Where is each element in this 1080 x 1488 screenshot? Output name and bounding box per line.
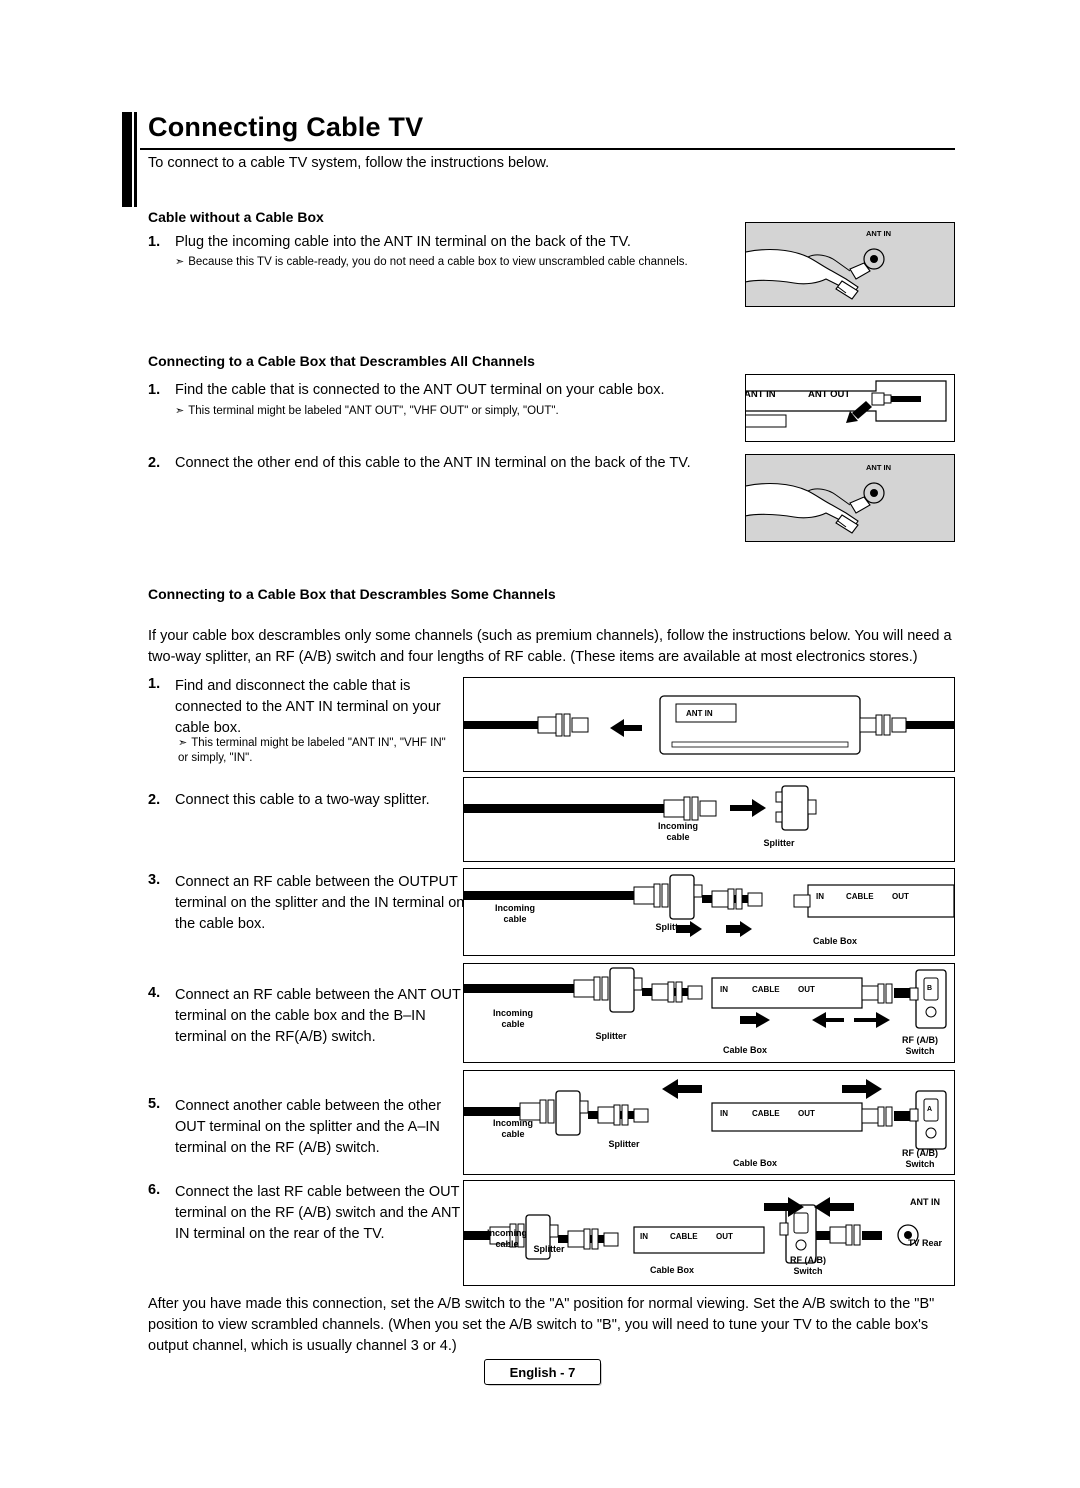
figure-label-incoming-cable: Incoming cable (493, 1118, 533, 1139)
svg-text:IN: IN (720, 985, 728, 994)
svg-text:ANT IN: ANT IN (746, 389, 776, 400)
step-number: 1. (148, 676, 161, 692)
figure-label-incoming-cable: Incoming cable (658, 821, 698, 842)
svg-text:OUT: OUT (716, 1232, 733, 1241)
section-heading-2: Connecting to a Cable Box that Descrambl… (148, 353, 535, 369)
page-accent-bar-thin (134, 112, 137, 207)
step-number: 2. (148, 792, 161, 808)
svg-text:CABLE: CABLE (670, 1232, 698, 1241)
step-text: Find and disconnect the cable that is co… (175, 678, 441, 736)
figure-label-cable-box: Cable Box (732, 1158, 777, 1168)
svg-text:ANT OUT: ANT OUT (808, 389, 850, 400)
step-number: 3. (148, 872, 161, 888)
svg-text:ANT IN: ANT IN (686, 709, 713, 718)
figure-label-splitter: Splitter (763, 838, 795, 848)
step-text: Connect the last RF cable between the OU… (175, 1184, 461, 1242)
figure-label-splitter: Splitter (655, 922, 687, 932)
figure-label-incoming-cable: Incoming cable (495, 903, 535, 924)
figure-label-cable-box: Cable Box (812, 936, 857, 946)
svg-text:IN: IN (720, 1109, 728, 1118)
step-number: 1. (148, 382, 161, 398)
svg-text:IN: IN (640, 1232, 648, 1241)
figure-cable-box-rear: ANT IN ANT OUT (745, 374, 955, 442)
step-number: 2. (148, 455, 161, 471)
figure-label-splitter: Splitter (533, 1244, 565, 1254)
figure-label-ant-in: ANT IN (910, 1197, 940, 1207)
svg-text:IN: IN (816, 892, 824, 901)
step-text: Plug the incoming cable into the ANT IN … (175, 234, 631, 250)
step-text: Find the cable that is connected to the … (175, 382, 665, 398)
step-text: Connect an RF cable between the OUTPUT t… (175, 874, 465, 932)
section-heading-1: Cable without a Cable Box (148, 209, 324, 225)
step-text: Connect this cable to a two-way splitter… (175, 792, 430, 808)
page-title: Connecting Cable TV (148, 112, 424, 142)
figure-label-incoming-cable: Incoming cable (493, 1008, 533, 1029)
svg-text:CABLE: CABLE (752, 985, 780, 994)
title-divider (140, 148, 955, 150)
figure-ant-in-plug-2: ANT IN (745, 454, 955, 542)
svg-text:OUT: OUT (798, 985, 815, 994)
step-number: 5. (148, 1096, 161, 1112)
step-text: Connect the other end of this cable to t… (175, 455, 691, 471)
svg-text:CABLE: CABLE (752, 1109, 780, 1118)
svg-text:A: A (927, 1106, 932, 1113)
step-note: ➣ Because this TV is cable-ready, you do … (175, 256, 688, 268)
svg-text:CABLE: CABLE (846, 892, 874, 901)
figure-disconnect-cable: ANT IN (463, 677, 955, 772)
step-text: Connect another cable between the other … (175, 1098, 442, 1156)
step-note: ➣ This terminal might be labeled "ANT IN"… (178, 737, 446, 764)
figure-label-rf-switch: RF (A/B) Switch (902, 1148, 938, 1169)
figure-label-cable-box: Cable Box (649, 1265, 694, 1275)
svg-text:ANT IN: ANT IN (866, 463, 891, 472)
figure-label-splitter: Splitter (595, 1031, 627, 1041)
section-heading-3: Connecting to a Cable Box that Descrambl… (148, 586, 556, 602)
figure-label-rf-switch: RF (A/B) Switch (790, 1255, 826, 1276)
note-arrow-icon: ➣ (178, 737, 188, 749)
figure-label-tv-rear: TV Rear (907, 1238, 942, 1248)
note-arrow-icon: ➣ (175, 256, 185, 268)
page-accent-bar (122, 112, 132, 207)
manual-page: Connecting Cable TV To connect to a cabl… (0, 0, 1080, 1488)
note-arrow-icon: ➣ (175, 405, 185, 417)
svg-text:OUT: OUT (892, 892, 909, 901)
section-paragraph: If your cable box descrambles only some … (148, 628, 952, 665)
page-footer: English - 7 (484, 1359, 601, 1385)
intro-text: To connect to a cable TV system, follow … (148, 155, 550, 171)
step-number: 1. (148, 234, 161, 250)
step-text: Connect an RF cable between the ANT OUT … (175, 987, 461, 1045)
figure-ant-in-plug-1: ANT IN (745, 222, 955, 307)
figure-label-splitter: Splitter (608, 1139, 640, 1149)
step-number: 6. (148, 1182, 161, 1198)
closing-paragraph: After you have made this connection, set… (148, 1296, 935, 1354)
step-number: 4. (148, 985, 161, 1001)
svg-text:ANT IN: ANT IN (866, 229, 891, 238)
figure-two-way-splitter (463, 777, 955, 862)
figure-label-cable-box: Cable Box (722, 1045, 767, 1055)
svg-text:OUT: OUT (798, 1109, 815, 1118)
svg-text:B: B (927, 985, 932, 992)
figure-label-rf-switch: RF (A/B) Switch (902, 1035, 938, 1056)
step-note: ➣ This terminal might be labeled "ANT OUT… (175, 405, 559, 417)
